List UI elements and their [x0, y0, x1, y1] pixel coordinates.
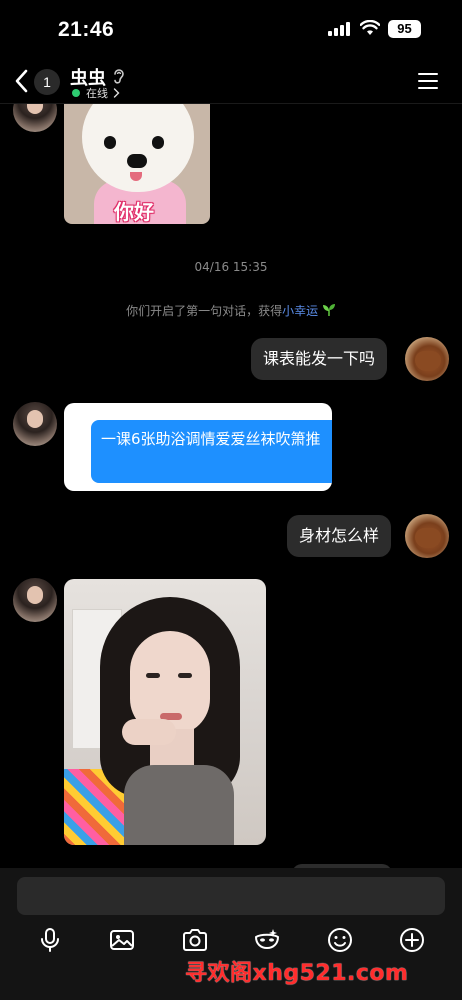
lucky-link[interactable]: 小幸运: [282, 304, 318, 318]
my-avatar[interactable]: [405, 514, 449, 558]
back-arrow-icon[interactable]: [12, 68, 32, 94]
contact-avatar[interactable]: [13, 402, 57, 446]
clock: 21:46: [58, 18, 115, 41]
system-message: 你们开启了第一句对话，获得小幸运: [0, 302, 462, 319]
my-avatar[interactable]: [405, 337, 449, 381]
unread-count-badge[interactable]: 1: [34, 69, 60, 95]
signal-icon: [328, 22, 350, 36]
message-input[interactable]: [17, 877, 445, 915]
sticker-message[interactable]: 你好: [64, 104, 210, 224]
plus-icon[interactable]: [398, 926, 426, 954]
system-message-text: 你们开启了第一句对话，获得: [126, 304, 283, 318]
message-timestamp: 04/16 15:35: [194, 260, 268, 274]
sprout-icon: [322, 304, 335, 316]
sticker-caption: 你好: [114, 200, 154, 224]
message-list[interactable]: 你好 04/16 15:35 你们开启了第一句对话，获得小幸运 课表能发一下吗 …: [0, 104, 462, 868]
mic-icon[interactable]: [36, 926, 64, 954]
battery-indicator: 95: [388, 20, 421, 38]
status-bar: 21:46 95: [0, 0, 462, 62]
camera-icon[interactable]: [181, 926, 209, 954]
emoji-icon[interactable]: [326, 926, 354, 954]
chevron-right-icon: [113, 88, 120, 98]
ear-icon: [114, 69, 124, 84]
incoming-card-message[interactable]: 一课6张助浴调情爱爱丝袜吹箫推: [64, 403, 332, 491]
photo-message[interactable]: [64, 579, 266, 845]
online-status[interactable]: 在线: [72, 86, 120, 100]
chat-header: 1 虫虫 在线: [0, 62, 462, 104]
image-icon[interactable]: [108, 926, 136, 954]
online-dot-icon: [72, 89, 80, 97]
contact-avatar[interactable]: [13, 104, 57, 132]
menu-icon[interactable]: [418, 72, 438, 90]
outgoing-message[interactable]: 课表能发一下吗: [251, 338, 388, 380]
contact-avatar[interactable]: [13, 578, 57, 622]
card-text: 一课6张助浴调情爱爱丝袜吹箫推: [91, 420, 332, 483]
watermark: 寻欢阁xhg521.com: [185, 961, 409, 986]
outgoing-message[interactable]: 身材怎么样: [287, 515, 392, 557]
mask-icon[interactable]: [253, 926, 281, 954]
wifi-icon: [360, 20, 380, 35]
online-status-label: 在线: [86, 87, 108, 100]
